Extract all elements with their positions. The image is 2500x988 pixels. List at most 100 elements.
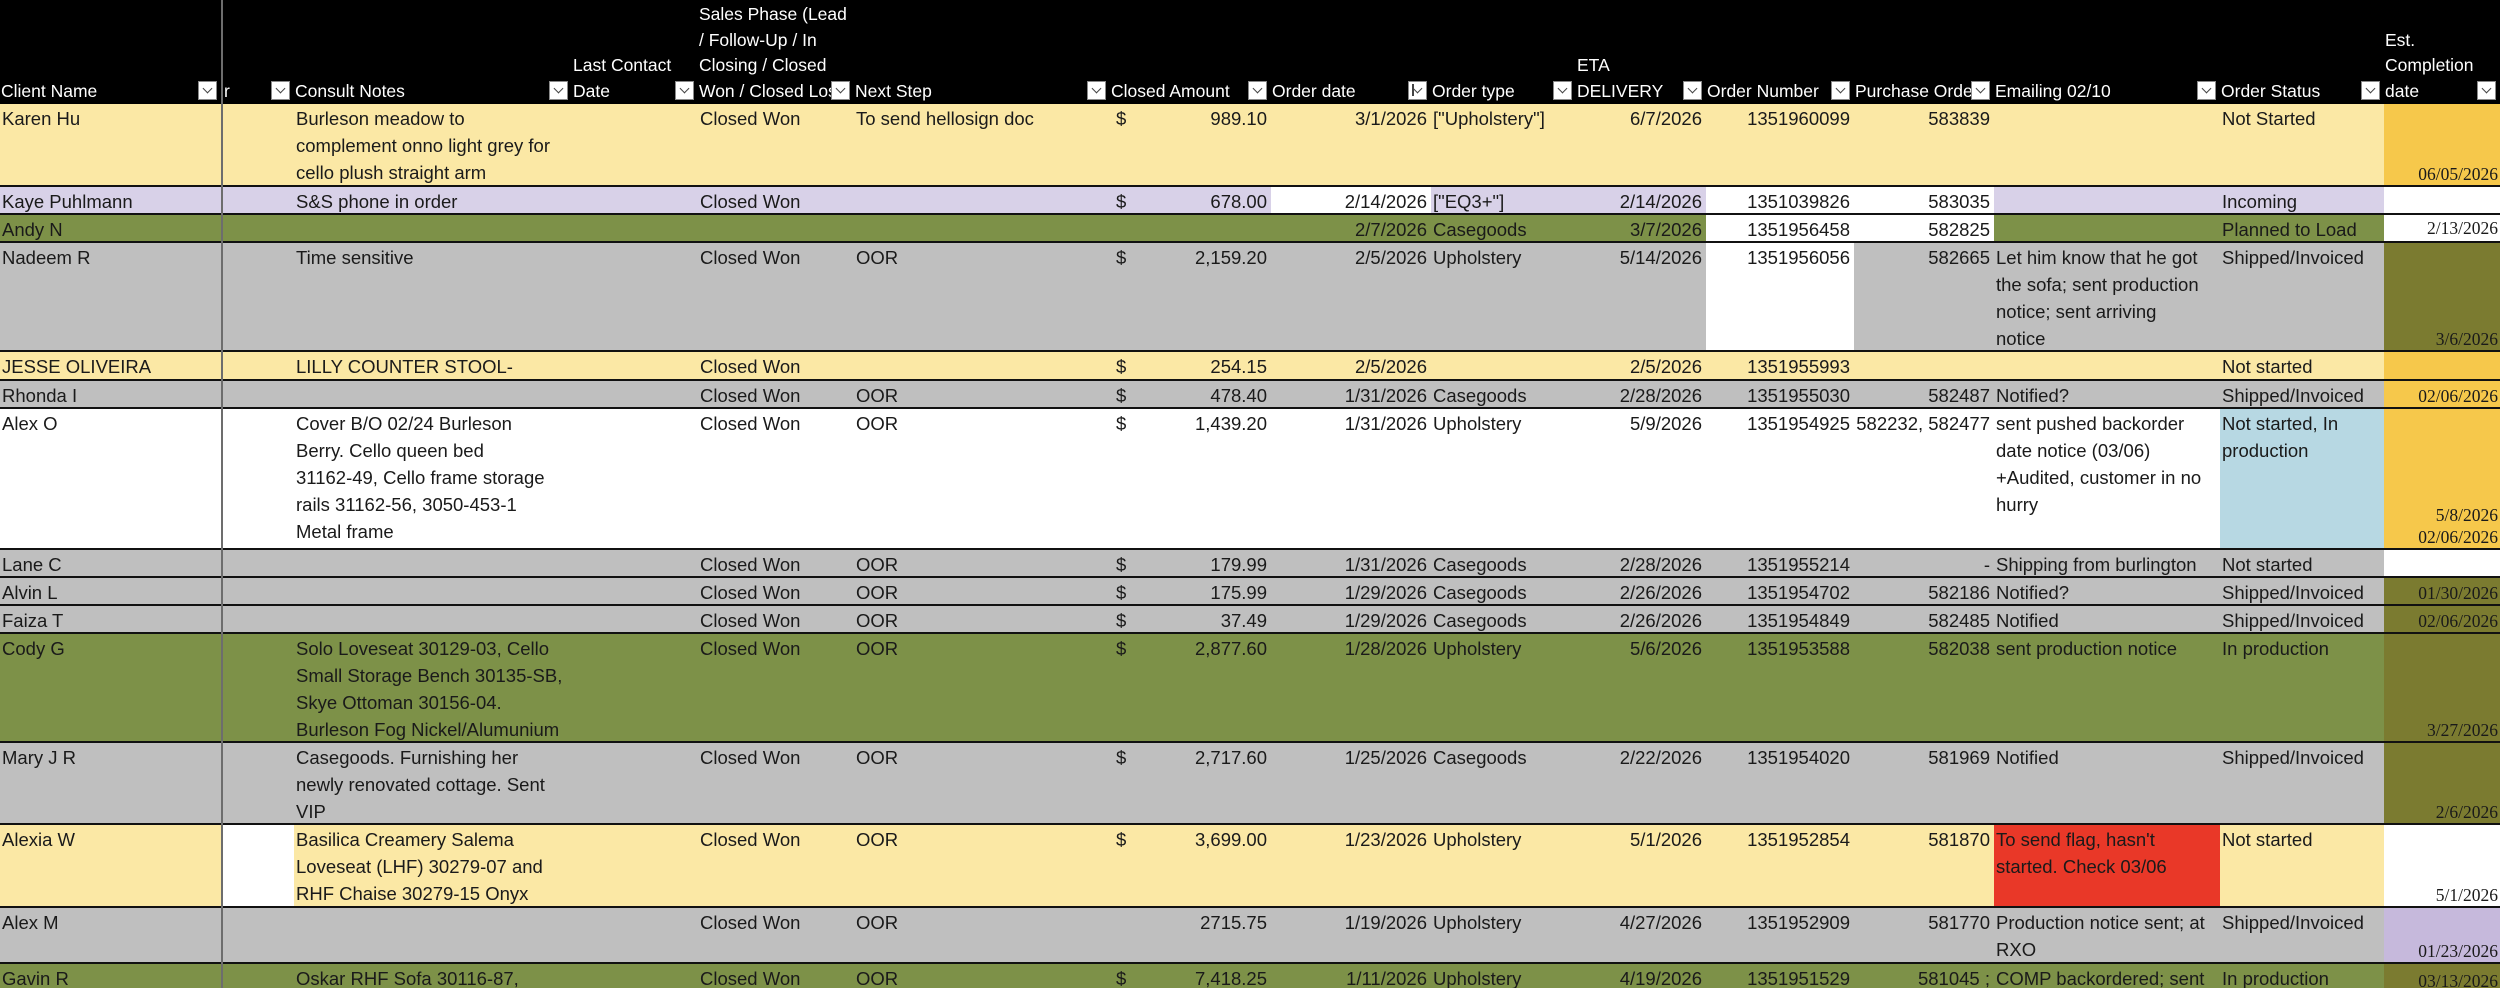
- cell-next-step[interactable]: OOR: [854, 964, 1110, 988]
- cell-last-contact-date[interactable]: [572, 606, 698, 632]
- cell-order-type[interactable]: Upholstery: [1431, 908, 1576, 962]
- cell-sales-phase[interactable]: Closed Won: [698, 964, 854, 988]
- cell-r[interactable]: [223, 381, 294, 407]
- table-row[interactable]: Alex O Cover B/O 02/24 Burleson Berry. C…: [0, 409, 2500, 550]
- cell-last-contact-date[interactable]: [572, 409, 698, 548]
- cell-next-step[interactable]: OOR: [854, 243, 1110, 350]
- cell-closed-amount[interactable]: 2715.75: [1110, 908, 1271, 962]
- table-row[interactable]: Alex M Closed Won OOR 2715.75 1/19/2026 Uphol…: [0, 908, 2500, 964]
- cell-eta-delivery[interactable]: 5/6/2026: [1576, 634, 1706, 741]
- cell-order-type[interactable]: ["EQ3+"]: [1431, 187, 1576, 213]
- cell-est-completion-date[interactable]: 02/06/2026: [2384, 606, 2500, 632]
- cell-client-name[interactable]: Karen Hu: [0, 104, 221, 185]
- cell-emailing[interactable]: Notified: [1994, 743, 2220, 823]
- table-row[interactable]: Cody G Solo Loveseat 30129-03, Cello Smal…: [0, 634, 2500, 743]
- cell-consult-notes[interactable]: [294, 381, 572, 407]
- filter-dropdown-icon[interactable]: [549, 81, 568, 100]
- cell-consult-notes[interactable]: LILLY COUNTER STOOL-STONE: [294, 352, 572, 379]
- cell-order-number[interactable]: 1351952909: [1706, 908, 1854, 962]
- cell-closed-amount[interactable]: [1110, 215, 1271, 241]
- cell-r[interactable]: [223, 606, 294, 632]
- cell-order-number[interactable]: 1351956056: [1706, 243, 1854, 350]
- cell-next-step[interactable]: [854, 187, 1110, 213]
- cell-closed-amount[interactable]: $37.49: [1110, 606, 1271, 632]
- cell-purchase-order[interactable]: 581045 ;: [1854, 964, 1994, 988]
- cell-consult-notes[interactable]: Casegoods. Furnishing her newly renovate…: [294, 743, 572, 823]
- cell-last-contact-date[interactable]: [572, 964, 698, 988]
- sort-filter-icon[interactable]: [1408, 81, 1427, 100]
- cell-eta-delivery[interactable]: 2/22/2026: [1576, 743, 1706, 823]
- cell-r[interactable]: [223, 908, 294, 962]
- cell-next-step[interactable]: OOR: [854, 381, 1110, 407]
- cell-purchase-order[interactable]: 582665: [1854, 243, 1994, 350]
- cell-eta-delivery[interactable]: 2/26/2026: [1576, 606, 1706, 632]
- cell-sales-phase[interactable]: Closed Won: [698, 908, 854, 962]
- cell-r[interactable]: [223, 243, 294, 350]
- cell-last-contact-date[interactable]: [572, 743, 698, 823]
- cell-purchase-order[interactable]: 582485: [1854, 606, 1994, 632]
- cell-order-type[interactable]: [1431, 352, 1576, 379]
- cell-emailing[interactable]: sent pushed backorder date notice (03/06…: [1994, 409, 2220, 548]
- cell-purchase-order[interactable]: [1854, 352, 1994, 379]
- table-row[interactable]: Gavin R Oskar RHF Sofa 30116-87, Oskar Clo…: [0, 964, 2500, 988]
- cell-order-type[interactable]: Casegoods: [1431, 743, 1576, 823]
- cell-client-name[interactable]: Faiza T: [0, 606, 221, 632]
- cell-client-name[interactable]: Lane C: [0, 550, 221, 576]
- cell-order-status[interactable]: In production: [2220, 964, 2384, 988]
- cell-purchase-order[interactable]: 581870: [1854, 825, 1994, 906]
- cell-next-step[interactable]: OOR: [854, 825, 1110, 906]
- cell-order-number[interactable]: 1351960099: [1706, 104, 1854, 185]
- cell-emailing[interactable]: [1994, 352, 2220, 379]
- cell-consult-notes[interactable]: [294, 215, 572, 241]
- cell-eta-delivery[interactable]: 5/14/2026: [1576, 243, 1706, 350]
- cell-est-completion-date[interactable]: 06/05/2026: [2384, 104, 2500, 185]
- cell-consult-notes[interactable]: Cover B/O 02/24 Burleson Berry. Cello qu…: [294, 409, 572, 548]
- table-row[interactable]: Lane C Closed Won OOR $179.99 1/31/2026 Caseg…: [0, 550, 2500, 578]
- filter-dropdown-icon[interactable]: [831, 81, 850, 100]
- cell-emailing[interactable]: Let him know that he got the sofa; sent …: [1994, 243, 2220, 350]
- cell-order-date[interactable]: 1/31/2026: [1271, 381, 1431, 407]
- table-row[interactable]: Rhonda I Closed Won OOR $478.40 1/31/2026 Cas…: [0, 381, 2500, 409]
- cell-client-name[interactable]: Alexia W: [0, 825, 221, 906]
- cell-order-number[interactable]: 1351954849: [1706, 606, 1854, 632]
- cell-purchase-order[interactable]: -: [1854, 550, 1994, 576]
- cell-order-type[interactable]: Upholstery: [1431, 825, 1576, 906]
- cell-order-date[interactable]: 1/31/2026: [1271, 550, 1431, 576]
- cell-eta-delivery[interactable]: 6/7/2026: [1576, 104, 1706, 185]
- cell-purchase-order[interactable]: 582038: [1854, 634, 1994, 741]
- table-row[interactable]: Alexia W Basilica Creamery Salema Lovesea…: [0, 825, 2500, 908]
- cell-emailing[interactable]: Shipping from burlington: [1994, 550, 2220, 576]
- cell-closed-amount[interactable]: $254.15: [1110, 352, 1271, 379]
- cell-consult-notes[interactable]: S&S phone in order: [294, 187, 572, 213]
- table-row[interactable]: Faiza T Closed Won OOR $37.49 1/29/2026 Caseg…: [0, 606, 2500, 634]
- cell-r[interactable]: [223, 964, 294, 988]
- cell-closed-amount[interactable]: $2,877.60: [1110, 634, 1271, 741]
- cell-next-step[interactable]: OOR: [854, 409, 1110, 548]
- cell-client-name[interactable]: Alex M: [0, 908, 221, 962]
- cell-est-completion-date[interactable]: 3/6/2026: [2384, 243, 2500, 350]
- cell-est-completion-date[interactable]: 5/1/2026: [2384, 825, 2500, 906]
- cell-next-step[interactable]: OOR: [854, 634, 1110, 741]
- cell-sales-phase[interactable]: Closed Won: [698, 634, 854, 741]
- cell-sales-phase[interactable]: Closed Won: [698, 104, 854, 185]
- cell-est-completion-date[interactable]: 03/13/2026: [2384, 964, 2500, 988]
- table-row[interactable]: Mary J R Casegoods. Furnishing her newly…: [0, 743, 2500, 825]
- cell-purchase-order[interactable]: 582487: [1854, 381, 1994, 407]
- cell-eta-delivery[interactable]: 4/19/2026: [1576, 964, 1706, 988]
- cell-sales-phase[interactable]: Closed Won: [698, 352, 854, 379]
- cell-order-type[interactable]: Upholstery: [1431, 634, 1576, 741]
- cell-last-contact-date[interactable]: [572, 908, 698, 962]
- cell-order-number[interactable]: 1351952854: [1706, 825, 1854, 906]
- cell-consult-notes[interactable]: Basilica Creamery Salema Loveseat (LHF) …: [294, 825, 572, 906]
- cell-client-name[interactable]: Nadeem R: [0, 243, 221, 350]
- cell-next-step[interactable]: [854, 215, 1110, 241]
- cell-order-status[interactable]: Not started, In production: [2220, 409, 2384, 548]
- cell-order-number[interactable]: 1351039826: [1706, 187, 1854, 213]
- cell-est-completion-date[interactable]: 2/13/2026: [2384, 215, 2500, 241]
- cell-last-contact-date[interactable]: [572, 243, 698, 350]
- cell-eta-delivery[interactable]: 3/7/2026: [1576, 215, 1706, 241]
- cell-eta-delivery[interactable]: 2/5/2026: [1576, 352, 1706, 379]
- cell-order-status[interactable]: Incoming: [2220, 187, 2384, 213]
- table-row[interactable]: Kaye Puhlmann S&S phone in order Closed Wo…: [0, 187, 2500, 215]
- cell-last-contact-date[interactable]: [572, 825, 698, 906]
